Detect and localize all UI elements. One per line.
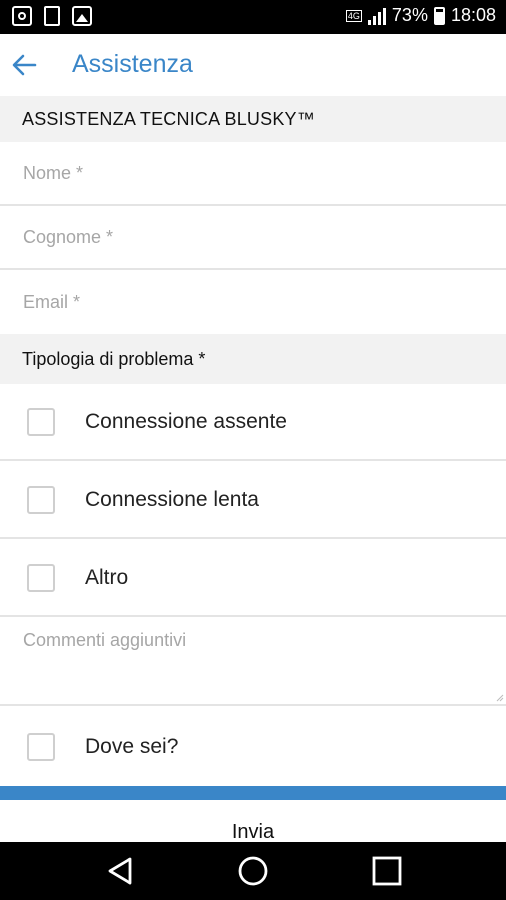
resize-grip-icon[interactable] [494,692,504,702]
comments-field[interactable] [0,618,506,704]
section-title: ASSISTENZA TECNICA BLUSKY™ [0,96,506,142]
comments-field-row [0,618,506,706]
checkbox-dove-sei[interactable] [27,732,55,761]
recents-square-icon[interactable] [370,854,404,888]
email-field[interactable] [0,270,506,334]
option-label: Connessione assente [85,409,287,433]
battery-percent: 73% [391,5,428,25]
checkbox-connessione-assente[interactable] [27,407,55,436]
document-icon [44,6,60,26]
nome-field-row [0,142,506,206]
email-field-row [0,270,506,334]
submit-button[interactable]: Invia [0,800,506,842]
checkbox-connessione-lenta[interactable] [27,485,55,514]
cognome-field[interactable] [0,206,506,268]
status-bar-system: 4G 73% 18:08 [345,5,496,26]
image-icon [72,6,92,26]
option-label: Connessione lenta [85,487,259,511]
problem-type-title: Tipologia di problema * [0,334,506,384]
camera-icon [12,6,32,26]
status-bar-notifications [12,6,92,26]
battery-icon [433,6,445,25]
cognome-field-row [0,206,506,270]
option-connessione-lenta[interactable]: Connessione lenta [0,462,506,539]
signal-icon [367,7,386,25]
option-connessione-assente[interactable]: Connessione assente [0,384,506,461]
submit-accent-bar [0,786,506,800]
page-title: Assistenza [72,50,193,78]
checkbox-altro[interactable] [27,563,55,592]
app-bar: Assistenza [0,34,506,96]
network-type: 4G [345,9,362,22]
navigation-bar [0,842,506,900]
home-circle-icon[interactable] [236,854,270,888]
option-altro[interactable]: Altro [0,540,506,617]
back-button[interactable] [8,48,42,82]
clock: 18:08 [450,5,496,25]
option-dove-sei[interactable]: Dove sei? [0,708,506,785]
option-label: Altro [85,565,129,589]
back-triangle-icon[interactable] [103,854,137,888]
option-label: Dove sei? [85,734,179,758]
arrow-left-icon [12,54,37,76]
nome-field[interactable] [0,142,506,204]
status-bar: 4G 73% 18:08 [0,0,506,34]
